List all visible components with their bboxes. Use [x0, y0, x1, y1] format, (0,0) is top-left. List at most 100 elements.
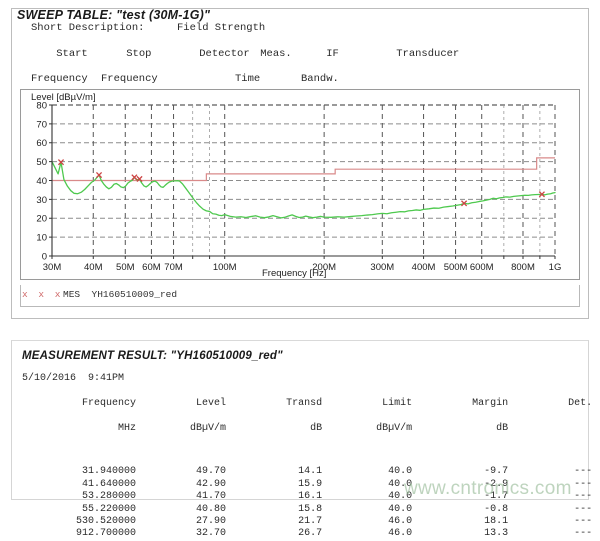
x-tick-label: 600M: [470, 262, 494, 273]
col-header-margin-name: Margin: [472, 398, 508, 409]
col-header-level-unit: dBµV/m: [136, 423, 226, 435]
cell-transd: 15.9: [226, 479, 322, 491]
col-header-limit-unit: dBµV/m: [322, 423, 412, 435]
cell-det: ---: [508, 528, 592, 540]
table-header-row: Frequency MHz Level dBµV/m Transd dB Lim…: [22, 386, 600, 460]
col-header-transd: Transd dB: [226, 386, 322, 460]
col-header-margin-unit: dB: [412, 423, 508, 435]
col-header-det-name: Det.: [568, 398, 592, 409]
x-tick-label: 100M: [213, 262, 237, 273]
cell-transd: 21.7: [226, 516, 322, 528]
chart-series: [52, 158, 555, 218]
measurement-result-table: Frequency MHz Level dBµV/m Transd dB Lim…: [22, 386, 600, 541]
cell-height: 100.0: [592, 528, 600, 540]
marker-x-icon: [96, 172, 101, 177]
sweep-col-transducer-line2: [371, 73, 459, 86]
cell-margin: -2.9: [412, 479, 508, 491]
cell-level: 49.70: [136, 460, 226, 478]
report-page: SWEEP TABLE: "test (30M-1G)" Short Descr…: [0, 0, 600, 508]
cell-level: 40.80: [136, 504, 226, 516]
sweep-col-if-line1: IF: [326, 48, 339, 60]
x-tick-label: 70M: [164, 262, 183, 273]
y-tick-label: 40: [36, 176, 47, 187]
chart-legend: x x xMES YH160510009_red: [22, 289, 177, 300]
sweep-col-meas-line2: Time: [235, 73, 292, 86]
table-row: 55.22000040.8015.840.0-0.8---100.0136.00…: [22, 504, 600, 516]
y-tick-label: 50: [36, 157, 47, 168]
cell-det: ---: [508, 516, 592, 528]
measurement-result-title: MEASUREMENT RESULT: "YH160510009_red": [22, 350, 283, 362]
legend-detector-label: MES: [63, 289, 80, 300]
measurement-date: 5/10/2016: [22, 373, 76, 384]
cell-margin: -9.7: [412, 460, 508, 478]
cell-frequency: 41.640000: [22, 479, 136, 491]
x-tick-label: 30M: [43, 262, 62, 273]
measurement-trace: [52, 162, 555, 218]
cell-transd: 26.7: [226, 528, 322, 540]
col-header-limit: Limit dBµV/m: [322, 386, 412, 460]
cell-height: 100.0: [592, 504, 600, 516]
cell-height: 100.0: [592, 516, 600, 528]
cell-margin: 13.3: [412, 528, 508, 540]
legend-trace-name: YH160510009_red: [92, 289, 178, 300]
col-header-det: Det.: [508, 386, 592, 460]
cell-frequency: 53.280000: [22, 491, 136, 503]
x-tick-label: 50M: [116, 262, 135, 273]
cell-det: ---: [508, 491, 592, 503]
cell-height: 100.0: [592, 479, 600, 491]
x-tick-label: 400M: [412, 262, 436, 273]
col-header-limit-name: Limit: [382, 398, 412, 409]
table-row: 530.52000027.9021.746.018.1---100.0353.0…: [22, 516, 600, 528]
y-tick-label: 10: [36, 233, 47, 244]
cell-transd: 15.8: [226, 504, 322, 516]
cell-limit: 46.0: [322, 516, 412, 528]
sweep-col-stop-line1: Stop: [126, 48, 151, 60]
table-row: 53.28000041.7016.140.0-1.7---100.0136.00…: [22, 491, 600, 503]
sweep-col-start-line2: Frequency: [31, 73, 88, 86]
cell-height: 100.0: [592, 491, 600, 503]
cell-limit: 40.0: [322, 479, 412, 491]
cell-det: ---: [508, 460, 592, 478]
sweep-col-if-line2: Bandw.: [301, 73, 345, 86]
sweep-col-meas-line1: Meas.: [260, 48, 292, 60]
col-header-transd-unit: dB: [226, 423, 322, 435]
cell-level: 27.90: [136, 516, 226, 528]
y-tick-label: 70: [36, 119, 47, 130]
y-tick-label: 0: [42, 251, 47, 262]
cell-det: ---: [508, 479, 592, 491]
cell-limit: 40.0: [322, 504, 412, 516]
cell-margin: 18.1: [412, 516, 508, 528]
x-tick-label: 300M: [370, 262, 394, 273]
short-description-value: Field Strength: [177, 22, 265, 35]
cell-limit: 40.0: [322, 460, 412, 478]
datetime-spacer: [76, 373, 88, 384]
cell-level: 41.70: [136, 491, 226, 503]
sweep-col-stop-line2: Frequency: [101, 73, 158, 86]
col-header-det-unit: [508, 423, 592, 435]
marker-x-icon: [132, 175, 137, 180]
table-body: 31.94000049.7014.140.0-9.7---100.0101.00…: [22, 460, 600, 540]
cell-transd: 14.1: [226, 460, 322, 478]
y-tick-label: 20: [36, 214, 47, 225]
short-description-label: Short Description:: [31, 22, 144, 35]
col-header-height: Height cm: [592, 386, 600, 460]
col-header-level: Level dBµV/m: [136, 386, 226, 460]
cell-margin: -0.8: [412, 504, 508, 516]
measurement-datetime: 5/10/2016 9:41PM: [22, 373, 124, 384]
col-header-frequency-name: Frequency: [82, 398, 136, 409]
cell-det: ---: [508, 504, 592, 516]
col-header-margin: Margin dB: [412, 386, 508, 460]
cell-frequency: 55.220000: [22, 504, 136, 516]
measurement-time: 9:41PM: [88, 373, 124, 384]
sweep-col-transducer-line1: Transducer: [396, 48, 459, 60]
x-tick-label: 200M: [312, 262, 336, 273]
y-tick-label: 30: [36, 195, 47, 206]
x-tick-label: 800M: [511, 262, 535, 273]
cell-margin: -1.7: [412, 491, 508, 503]
cell-frequency: 912.700000: [22, 528, 136, 540]
x-tick-label: 500M: [444, 262, 468, 273]
cell-height: 100.0: [592, 460, 600, 478]
sweep-table-title: SWEEP TABLE: "test (30M-1G)": [17, 8, 210, 22]
cell-transd: 16.1: [226, 491, 322, 503]
cell-frequency: 530.520000: [22, 516, 136, 528]
